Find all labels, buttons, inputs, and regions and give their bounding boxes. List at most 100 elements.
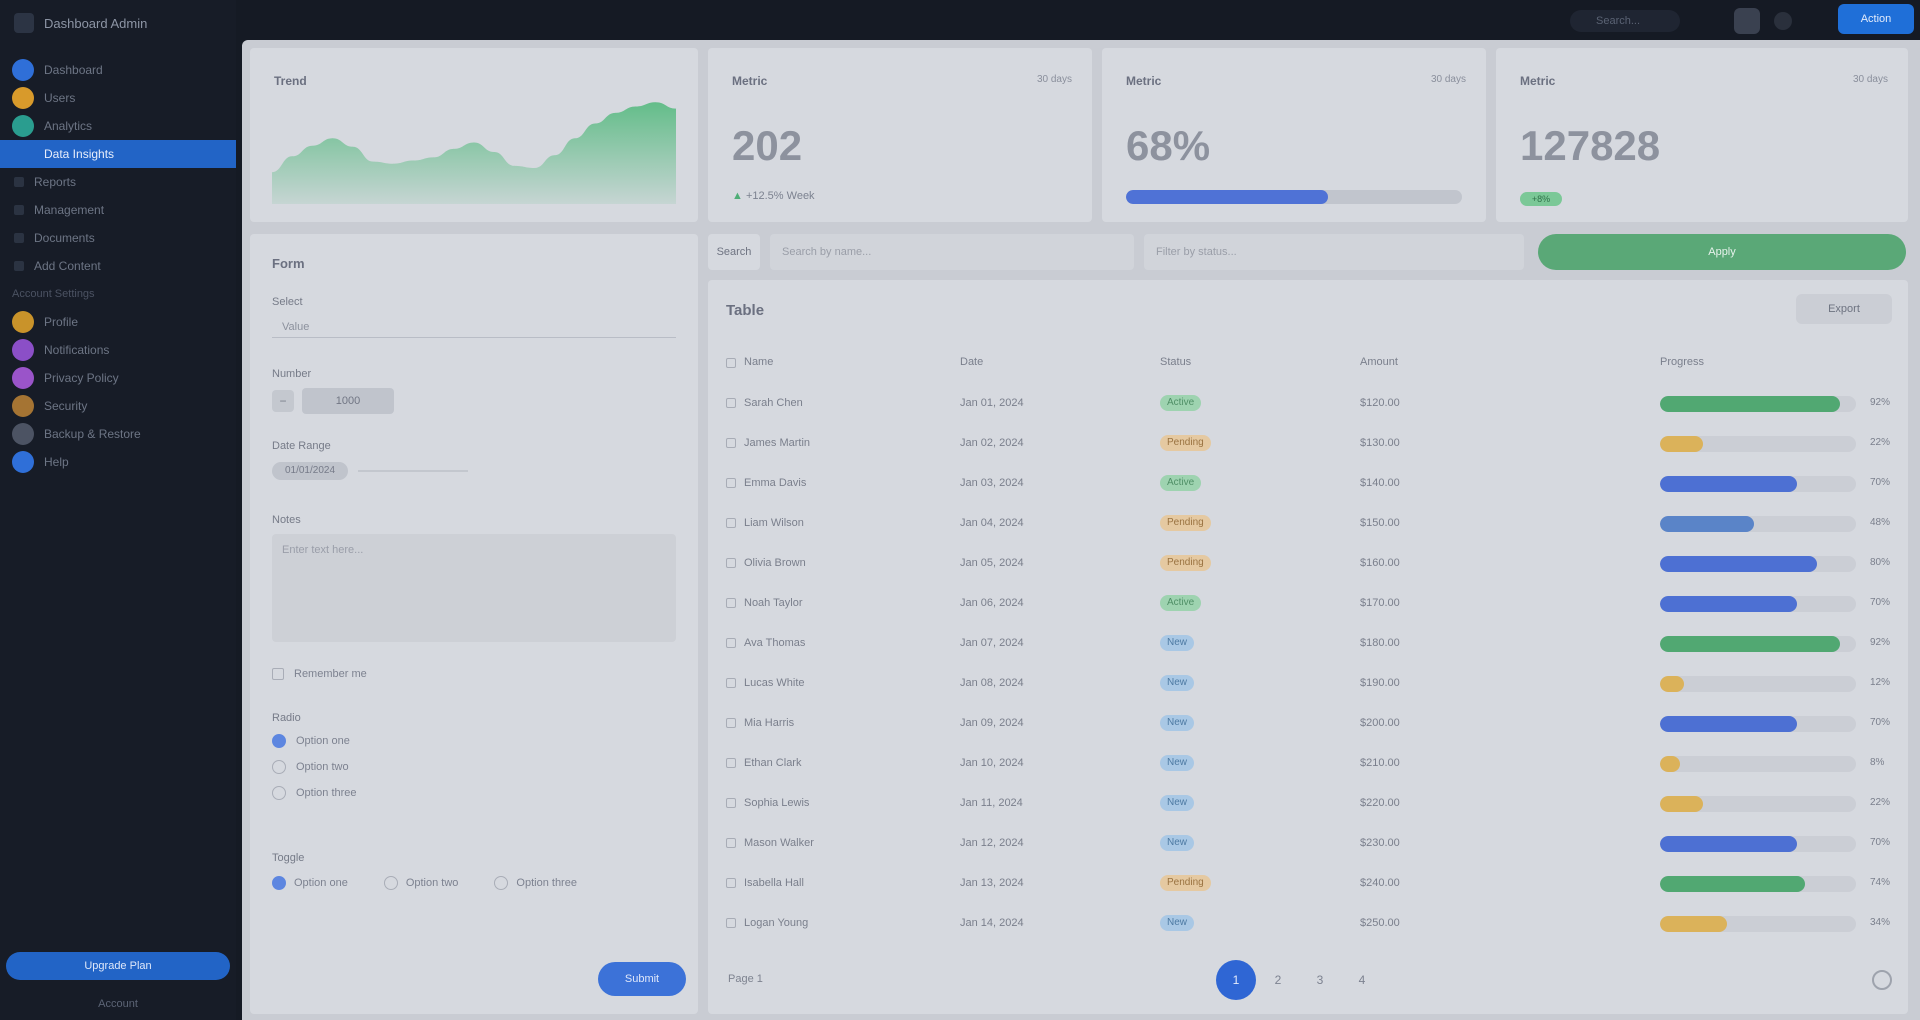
avatar[interactable]: [1734, 8, 1760, 34]
row-checkbox[interactable]: [726, 878, 736, 888]
table-row[interactable]: Isabella Hall Jan 13, 2024 Pending $240.00 7…: [720, 864, 1896, 904]
remember-checkbox[interactable]: [272, 668, 284, 680]
toggle-group-label: Toggle: [272, 852, 305, 864]
radio-button[interactable]: [272, 760, 286, 774]
row-date: Jan 07, 2024: [960, 637, 1024, 649]
metric-card-2: Metric 30 days 68%: [1102, 48, 1486, 222]
table-row[interactable]: Ava Thomas Jan 07, 2024 New $180.00 92%: [720, 624, 1896, 664]
metric-2-range[interactable]: 30 days: [1431, 74, 1466, 85]
metric-3-chip: +8%: [1520, 192, 1562, 206]
brand[interactable]: Dashboard Admin: [0, 0, 236, 46]
sidebar-item-users[interactable]: Users: [0, 84, 236, 112]
page-button-1[interactable]: 1: [1216, 960, 1256, 1000]
top-search-input[interactable]: Search...: [1570, 10, 1680, 32]
sidebar-item-data-insights[interactable]: Data Insights: [0, 140, 236, 168]
column-header-progress[interactable]: Progress: [1660, 356, 1704, 368]
sidebar-item-help[interactable]: Help: [0, 448, 236, 476]
notes-textarea[interactable]: Enter text here...: [272, 534, 676, 642]
status-badge: Pending: [1160, 875, 1211, 891]
page-button-2[interactable]: 2: [1258, 960, 1298, 1000]
apply-filter-button[interactable]: Apply: [1538, 234, 1906, 270]
bell-icon[interactable]: [1774, 12, 1792, 30]
row-checkbox[interactable]: [726, 558, 736, 568]
column-header-name[interactable]: Name: [744, 356, 773, 368]
sidebar-item-notifications[interactable]: Notifications: [0, 336, 236, 364]
column-header-status[interactable]: Status: [1160, 356, 1191, 368]
row-checkbox[interactable]: [726, 798, 736, 808]
decrement-button[interactable]: −: [272, 390, 294, 412]
sidebar-item-label: Profile: [44, 315, 79, 329]
table-row[interactable]: Noah Taylor Jan 06, 2024 Active $170.00 70%: [720, 584, 1896, 624]
row-checkbox[interactable]: [726, 598, 736, 608]
radio-button[interactable]: [272, 734, 286, 748]
submit-button[interactable]: Submit: [598, 962, 686, 996]
table-row[interactable]: Mason Walker Jan 12, 2024 New $230.00 70%: [720, 824, 1896, 864]
quantity-field[interactable]: 1000: [302, 388, 394, 414]
sidebar-item-management[interactable]: Management: [0, 196, 236, 224]
sidebar-item-security[interactable]: Security: [0, 392, 236, 420]
page-button-4[interactable]: 4: [1342, 960, 1382, 1000]
sidebar-item-analytics[interactable]: Analytics: [0, 112, 236, 140]
metric-3-range[interactable]: 30 days: [1853, 74, 1888, 85]
date-start-field[interactable]: 01/01/2024: [272, 462, 348, 480]
status-filter-input[interactable]: Filter by status...: [1144, 234, 1524, 270]
table-row[interactable]: James Martin Jan 02, 2024 Pending $130.00 22…: [720, 424, 1896, 464]
sidebar-item-dashboard[interactable]: Dashboard: [0, 56, 236, 84]
select-dropdown[interactable]: Value: [272, 316, 676, 338]
metric-1-range[interactable]: 30 days: [1037, 74, 1072, 85]
sidebar-item-privacy-policy[interactable]: Privacy Policy: [0, 364, 236, 392]
remember-checkbox-row[interactable]: Remember me: [272, 668, 367, 680]
row-checkbox[interactable]: [726, 918, 736, 928]
toggle-option[interactable]: Option two: [383, 876, 458, 890]
row-checkbox[interactable]: [726, 478, 736, 488]
toggle-option[interactable]: Option one: [272, 876, 348, 890]
row-checkbox[interactable]: [726, 838, 736, 848]
column-header-amount[interactable]: Amount: [1360, 356, 1398, 368]
gear-icon[interactable]: [1872, 970, 1892, 990]
table-row[interactable]: Olivia Brown Jan 05, 2024 Pending $160.00 80…: [720, 544, 1896, 584]
table-row[interactable]: Mia Harris Jan 09, 2024 New $200.00 70%: [720, 704, 1896, 744]
row-checkbox[interactable]: [726, 718, 736, 728]
toggle-radio[interactable]: [272, 876, 286, 890]
row-checkbox[interactable]: [726, 758, 736, 768]
radio-button[interactable]: [272, 786, 286, 800]
sidebar-item-backup-restore[interactable]: Backup & Restore: [0, 420, 236, 448]
sidebar-item-profile[interactable]: Profile: [0, 308, 236, 336]
row-checkbox[interactable]: [726, 678, 736, 688]
table-row[interactable]: Sophia Lewis Jan 11, 2024 New $220.00 22%: [720, 784, 1896, 824]
table-row[interactable]: Liam Wilson Jan 04, 2024 Pending $150.00 48%: [720, 504, 1896, 544]
table-row[interactable]: Ethan Clark Jan 10, 2024 New $210.00 8%: [720, 744, 1896, 784]
table-row[interactable]: Logan Young Jan 14, 2024 New $250.00 34%: [720, 904, 1896, 944]
table-row[interactable]: Lucas White Jan 08, 2024 New $190.00 12%: [720, 664, 1896, 704]
export-button[interactable]: Export: [1796, 294, 1892, 324]
row-progress-fill: [1660, 796, 1704, 812]
select-all-checkbox[interactable]: [726, 358, 736, 368]
row-progress-fill: [1660, 596, 1798, 612]
table-row[interactable]: Emma Davis Jan 03, 2024 Active $140.00 70%: [720, 464, 1896, 504]
metric-card-3: Metric 30 days 127828 +8%: [1496, 48, 1908, 222]
account-link[interactable]: Account: [0, 998, 236, 1010]
radio-option[interactable]: Option one: [272, 734, 350, 748]
row-name: Ava Thomas: [744, 637, 806, 649]
sidebar-item-reports[interactable]: Reports: [0, 168, 236, 196]
primary-action-button[interactable]: Action: [1838, 4, 1914, 34]
table-row[interactable]: Sarah Chen Jan 01, 2024 Active $120.00 92%: [720, 384, 1896, 424]
row-date: Jan 02, 2024: [960, 437, 1024, 449]
page-button-3[interactable]: 3: [1300, 960, 1340, 1000]
radio-option[interactable]: Option three: [272, 786, 357, 800]
row-progress-fill: [1660, 436, 1704, 452]
toggle-radio[interactable]: [494, 876, 509, 890]
row-checkbox[interactable]: [726, 518, 736, 528]
sidebar-item-add-content[interactable]: Add Content: [0, 252, 236, 280]
upgrade-button[interactable]: Upgrade Plan: [6, 952, 230, 980]
sidebar-item-documents[interactable]: Documents: [0, 224, 236, 252]
row-checkbox[interactable]: [726, 398, 736, 408]
row-checkbox[interactable]: [726, 638, 736, 648]
row-amount: $240.00: [1360, 877, 1400, 889]
radio-option[interactable]: Option two: [272, 760, 349, 774]
name-filter-input[interactable]: Search by name...: [770, 234, 1134, 270]
toggle-radio[interactable]: [383, 876, 398, 890]
toggle-option[interactable]: Option three: [494, 876, 577, 890]
row-checkbox[interactable]: [726, 438, 736, 448]
column-header-date[interactable]: Date: [960, 356, 983, 368]
